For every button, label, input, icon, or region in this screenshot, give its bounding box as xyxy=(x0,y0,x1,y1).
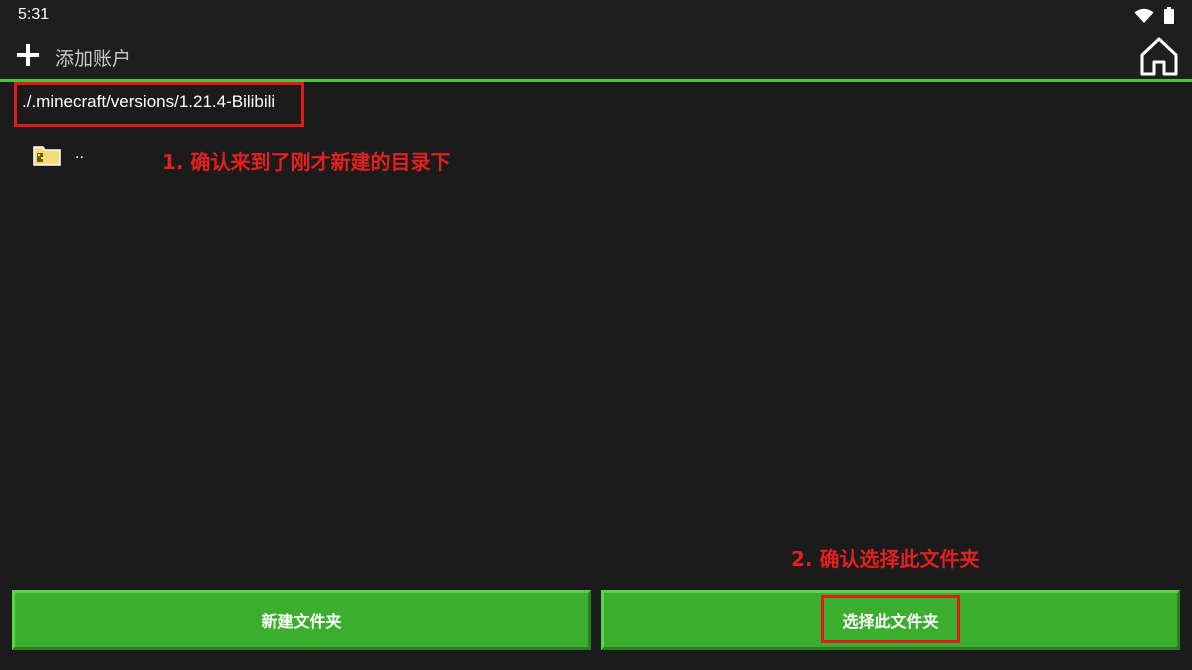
file-picker-screen: 5:31 添加账户 ./.minecraft/versions/1.21.4-B… xyxy=(0,0,1192,670)
wifi-icon xyxy=(1134,8,1154,28)
status-time: 5:31 xyxy=(18,6,50,23)
select-folder-button[interactable]: 选择此文件夹 xyxy=(601,590,1180,650)
plus-icon[interactable] xyxy=(15,42,41,68)
add-account-button[interactable]: 添加账户 xyxy=(55,44,131,71)
select-folder-label: 选择此文件夹 xyxy=(842,612,939,631)
new-folder-label: 新建文件夹 xyxy=(261,612,342,631)
annotation-step-1: 1. 确认来到了刚才新建的目录下 xyxy=(162,150,451,174)
toolbar: 添加账户 xyxy=(0,32,1192,79)
battery-icon xyxy=(1164,7,1174,28)
file-name: .. xyxy=(75,145,84,162)
new-folder-button[interactable]: 新建文件夹 xyxy=(12,590,591,650)
home-icon[interactable] xyxy=(1138,35,1180,77)
status-bar: 5:31 xyxy=(0,0,1192,32)
current-path: ./.minecraft/versions/1.21.4-Bilibili xyxy=(22,92,276,111)
status-icons xyxy=(1134,7,1174,28)
annotation-step-2: 2. 确认选择此文件夹 xyxy=(791,547,980,571)
folder-icon xyxy=(33,144,61,166)
